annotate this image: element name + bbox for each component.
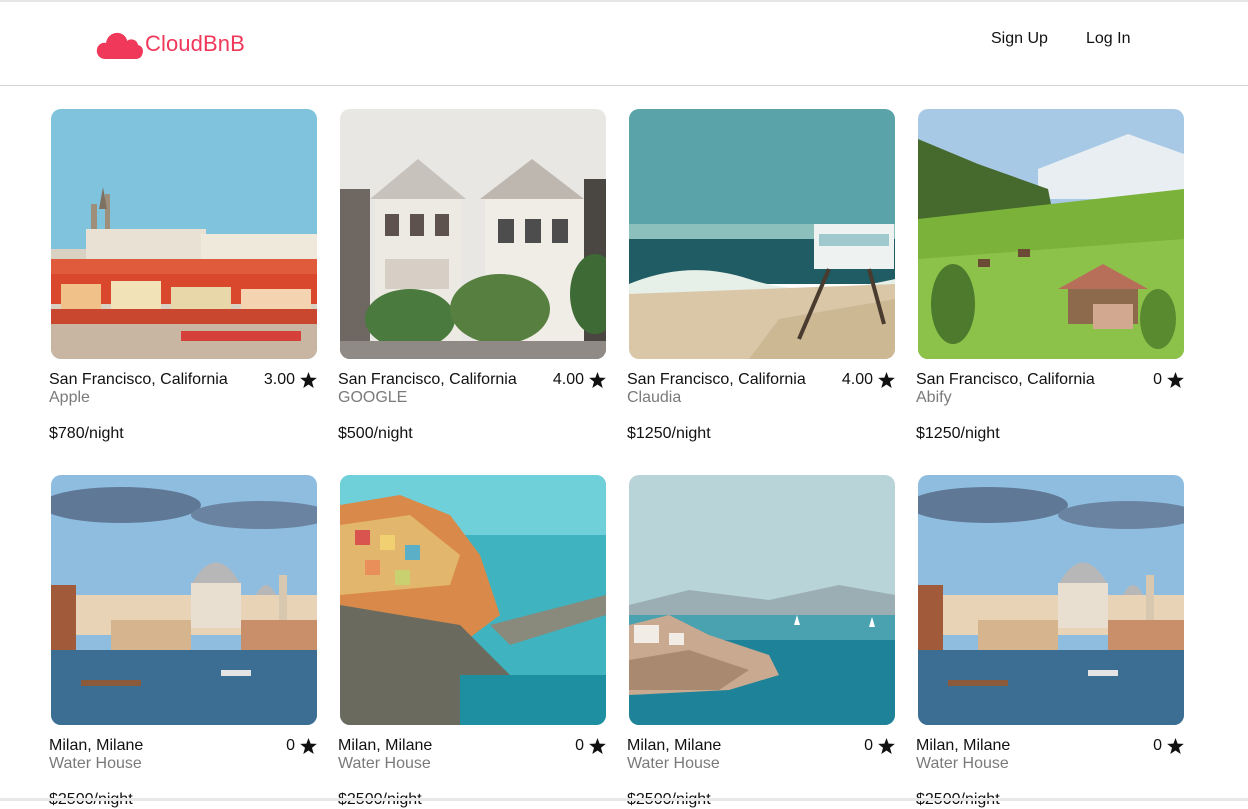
- listing-host: Abify: [916, 389, 952, 406]
- star-icon: [300, 372, 317, 388]
- rating-value: 4.00: [841, 371, 873, 388]
- site-header: CloudBnB Sign Up Log In: [0, 2, 1248, 86]
- listing-price: $780/night: [49, 425, 124, 442]
- listing-location: Milan, Milane: [338, 737, 433, 754]
- listing-card[interactable]: Milan, Milane 0 Water House $2500/night: [627, 475, 897, 808]
- rating-value: 3.00: [263, 371, 295, 388]
- listing-location: San Francisco, California: [627, 371, 806, 388]
- listing-photo[interactable]: [918, 109, 1184, 359]
- listing-card[interactable]: Milan, Milane 0 Water House $2500/night: [338, 475, 608, 808]
- brand-name: CloudBnB: [145, 31, 245, 56]
- listing-photo[interactable]: [629, 475, 895, 725]
- listing-price: $1250/night: [627, 425, 711, 442]
- listing-location: Milan, Milane: [49, 737, 144, 754]
- log-in-link[interactable]: Log In: [1086, 30, 1130, 48]
- star-icon: [300, 738, 317, 754]
- listing-photo[interactable]: [340, 109, 606, 359]
- star-icon: [1167, 372, 1184, 388]
- listing-rating: 0: [575, 737, 606, 755]
- listing-location: San Francisco, California: [338, 371, 517, 388]
- listing-photo[interactable]: [340, 475, 606, 725]
- listing-rating: 3.00: [264, 371, 317, 389]
- brand-logo[interactable]: CloudBnB: [96, 26, 245, 62]
- star-icon: [878, 738, 895, 754]
- star-icon: [589, 372, 606, 388]
- listing-location: Milan, Milane: [627, 737, 722, 754]
- listing-location: San Francisco, California: [916, 371, 1095, 388]
- listing-price: $1250/night: [916, 425, 1000, 442]
- listing-photo[interactable]: [51, 475, 317, 725]
- listing-photo[interactable]: [918, 475, 1184, 725]
- listing-host: GOOGLE: [338, 389, 408, 406]
- rating-value: 0: [286, 737, 295, 754]
- rating-value: 4.00: [552, 371, 584, 388]
- rating-value: 0: [575, 737, 584, 754]
- listing-location: Milan, Milane: [916, 737, 1011, 754]
- listing-host: Claudia: [627, 389, 682, 406]
- star-icon: [589, 738, 606, 754]
- listing-photo[interactable]: [51, 109, 317, 359]
- listing-card[interactable]: San Francisco, California 0 Abify $1250/…: [916, 109, 1186, 442]
- listing-host: Apple: [49, 389, 90, 406]
- rating-value: 0: [1153, 737, 1162, 754]
- listing-host: Water House: [49, 755, 142, 772]
- listing-rating: 0: [1153, 371, 1184, 389]
- listing-location: San Francisco, California: [49, 371, 228, 388]
- listing-card[interactable]: Milan, Milane 0 Water House $2500/night: [916, 475, 1186, 808]
- listing-host: Water House: [338, 755, 431, 772]
- listing-card[interactable]: San Francisco, California 4.00 Claudia $…: [627, 109, 897, 442]
- star-icon: [1167, 738, 1184, 754]
- rating-value: 0: [864, 737, 873, 754]
- listing-host: Water House: [627, 755, 720, 772]
- listing-card[interactable]: San Francisco, California 4.00 GOOGLE $5…: [338, 109, 608, 442]
- listing-card[interactable]: Milan, Milane 0 Water House $2500/night: [49, 475, 319, 808]
- listing-rating: 4.00: [553, 371, 606, 389]
- listing-host: Water House: [916, 755, 1009, 772]
- cloud-icon: [96, 32, 143, 59]
- listing-card[interactable]: San Francisco, California 3.00 Apple $78…: [49, 109, 319, 442]
- listing-rating: 0: [1153, 737, 1184, 755]
- sign-up-link[interactable]: Sign Up: [991, 30, 1048, 48]
- listing-rating: 0: [864, 737, 895, 755]
- rating-value: 0: [1153, 371, 1162, 388]
- listing-price: $500/night: [338, 425, 413, 442]
- listing-rating: 0: [286, 737, 317, 755]
- star-icon: [878, 372, 895, 388]
- listing-photo[interactable]: [629, 109, 895, 359]
- listing-rating: 4.00: [842, 371, 895, 389]
